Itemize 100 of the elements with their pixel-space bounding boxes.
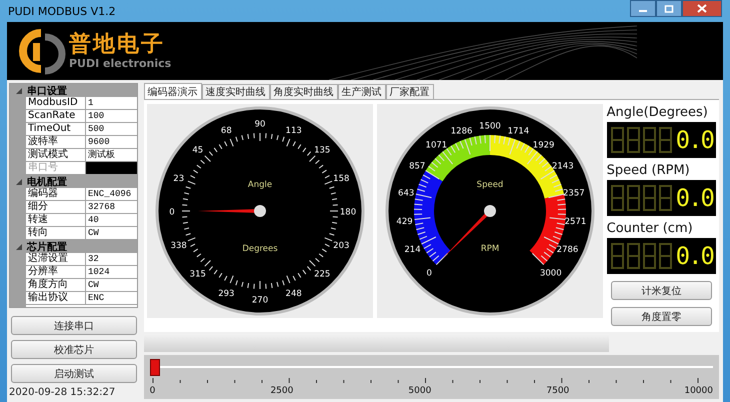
property-label: 角度方向: [26, 279, 86, 291]
scale-label: 2357: [562, 188, 584, 198]
readout-value: 0.0: [676, 242, 713, 270]
scale-label: 857: [408, 162, 425, 172]
property-value[interactable]: CW: [86, 279, 137, 291]
close-icon: [697, 4, 707, 13]
slider-tick-label: 5000: [408, 386, 432, 396]
property-value[interactable]: 500: [86, 123, 137, 135]
scale-label: 248: [285, 288, 302, 299]
logo-icon: [17, 27, 67, 75]
action-button[interactable]: 角度置零: [610, 307, 712, 326]
scale-label: 68: [220, 126, 232, 136]
property-label: ModbusID: [26, 97, 86, 109]
scale-label: 158: [332, 174, 350, 184]
property-label: 转速: [26, 214, 86, 226]
group-title: 电机配置: [27, 176, 67, 188]
collapse-toggle-icon[interactable]: [16, 244, 22, 250]
slider-tick-label: 0: [150, 386, 156, 396]
property-label: 细分: [26, 201, 86, 213]
gauge-caption: Angle: [248, 180, 272, 190]
scale-label: 2143: [552, 162, 574, 172]
action-button[interactable]: 连接串口: [11, 316, 137, 335]
gauge-unit: RPM: [480, 244, 499, 254]
tab[interactable]: 角度实时曲线: [270, 84, 338, 99]
scale-label: 293: [218, 288, 234, 299]
property-value[interactable]: 测试板: [86, 149, 137, 161]
minimize-button[interactable]: [630, 0, 656, 17]
scale-label: 2786: [556, 244, 578, 255]
slider-thumb[interactable]: [150, 359, 160, 376]
property-label: 迟滞设置: [26, 253, 86, 265]
property-value-field[interactable]: [86, 162, 137, 174]
scale-label: 315: [189, 270, 206, 280]
scale-label: 1929: [532, 140, 554, 150]
tab[interactable]: 速度实时曲线: [202, 84, 270, 99]
collapse-toggle-icon[interactable]: [16, 178, 22, 184]
property-label: 波特率: [26, 136, 86, 148]
property-label: ScanRate: [26, 110, 86, 122]
scale-label: 1071: [425, 140, 447, 150]
property-value[interactable]: ENC: [86, 292, 137, 304]
scale-label: 0: [426, 268, 432, 278]
close-button[interactable]: [682, 0, 722, 17]
maximize-icon: [664, 4, 674, 12]
collapse-toggle-icon[interactable]: [16, 88, 22, 94]
scale-label: 1500: [478, 122, 500, 132]
unlit-digits-drawing: [610, 243, 674, 269]
gauge-caption: Speed: [476, 180, 503, 190]
scale-label: 225: [314, 270, 330, 280]
scale-label: 23: [172, 174, 184, 184]
scale-label: 113: [285, 126, 302, 136]
scale-label: 90: [254, 120, 266, 130]
property-value[interactable]: 1024: [86, 266, 137, 278]
scale-label: 2571: [564, 217, 586, 228]
property-label: TimeOut: [26, 123, 86, 135]
property-label: 输出协议: [26, 292, 86, 304]
tab[interactable]: 编码器演示: [144, 83, 202, 99]
scale-label: 270: [252, 296, 268, 306]
group-title: 串口设置: [27, 84, 67, 97]
status-timestamp: 2020-09-28 15:32:27: [9, 387, 116, 398]
scale-label: 0: [168, 208, 174, 218]
group-title: 芯片配置: [27, 240, 67, 252]
needle-hub: [484, 205, 496, 217]
property-value[interactable]: 9600: [86, 136, 137, 148]
action-button[interactable]: 计米复位: [610, 281, 712, 300]
tab[interactable]: 厂家配置: [386, 84, 434, 99]
tab[interactable]: 生产测试: [338, 84, 386, 99]
action-button[interactable]: 校准芯片: [11, 340, 137, 359]
maximize-button[interactable]: [656, 0, 682, 17]
gauge-unit: Degrees: [242, 244, 278, 254]
property-value[interactable]: 40: [86, 214, 137, 226]
scale-label: 45: [192, 145, 203, 156]
scale-label: 214: [404, 244, 420, 255]
property-value[interactable]: 1: [86, 97, 137, 109]
property-value[interactable]: CW: [86, 227, 137, 239]
property-label: 测试模式: [26, 149, 86, 161]
needle-hub: [254, 205, 266, 217]
scale-label: 3000: [540, 268, 562, 278]
property-value[interactable]: 100: [86, 110, 137, 122]
scale-label: 1714: [507, 126, 529, 136]
property-value[interactable]: 32768: [86, 201, 137, 213]
readout-title: Angle(Degrees): [606, 104, 709, 122]
readout-value: 0.0: [676, 126, 713, 154]
readout-value: 0.0: [676, 184, 713, 212]
action-button[interactable]: 启动测试: [11, 364, 137, 383]
property-value[interactable]: ENC_4096: [86, 188, 137, 200]
scale-label: 429: [396, 217, 412, 228]
property-value[interactable]: 32: [86, 253, 137, 265]
property-label: 编码器: [26, 188, 86, 200]
brand-subtitle: PUDI electronics: [69, 56, 172, 70]
scale-label: 338: [170, 241, 186, 252]
scale-label: 643: [398, 188, 414, 198]
readout-title: Speed (RPM): [606, 162, 691, 180]
scale-label: 1286: [450, 126, 472, 136]
slider-tick-label: 7500: [546, 386, 570, 396]
property-label: 分辨率: [26, 266, 86, 278]
unlit-digits-drawing: [610, 127, 674, 153]
slider-tick-label: 10000: [684, 386, 713, 396]
scale-label: 180: [340, 208, 356, 218]
scale-label: 135: [314, 145, 330, 156]
brand-name: 普地电子: [69, 32, 166, 56]
scale-label: 203: [332, 241, 350, 252]
